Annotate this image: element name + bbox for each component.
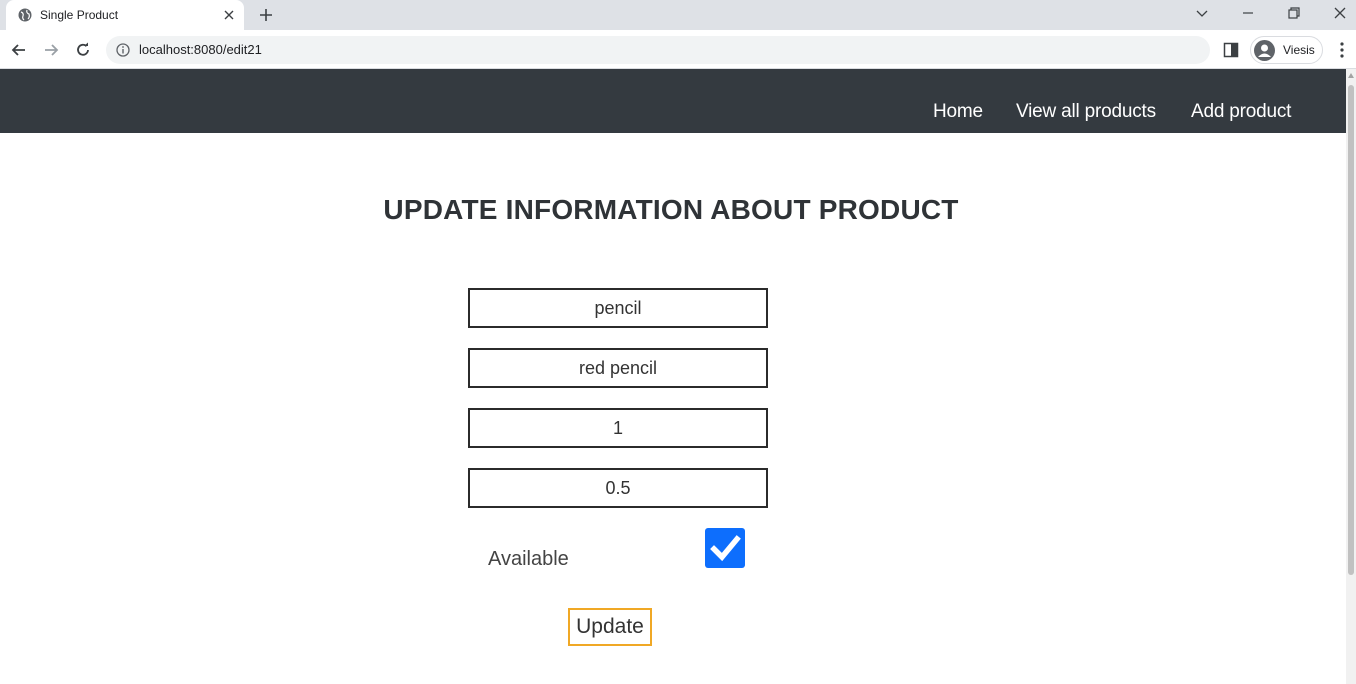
forward-icon[interactable] xyxy=(42,41,60,59)
nav-link-home[interactable]: Home xyxy=(933,101,983,123)
back-icon[interactable] xyxy=(10,41,28,59)
minimize-icon[interactable] xyxy=(1241,6,1255,20)
side-panel-icon[interactable] xyxy=(1223,42,1239,58)
available-checkbox[interactable] xyxy=(705,528,745,568)
info-icon[interactable] xyxy=(116,43,130,57)
url-text: localhost:8080/edit21 xyxy=(139,42,262,57)
product-name-input[interactable] xyxy=(468,288,768,328)
scrollbar-thumb[interactable] xyxy=(1348,85,1354,575)
update-button[interactable]: Update xyxy=(568,608,652,646)
scroll-up-arrow-icon[interactable] xyxy=(1348,73,1354,78)
plus-icon[interactable] xyxy=(258,7,274,23)
profile-name: Viesis xyxy=(1283,43,1315,57)
product-description-input[interactable] xyxy=(468,348,768,388)
check-icon xyxy=(710,535,741,562)
browser-tab[interactable]: Single Product xyxy=(6,0,244,30)
browser-tab-strip: Single Product xyxy=(0,0,1356,30)
globe-icon xyxy=(18,8,32,22)
more-icon[interactable] xyxy=(1334,41,1350,59)
chevron-down-icon[interactable] xyxy=(1195,6,1209,20)
tab-title: Single Product xyxy=(40,8,119,22)
restore-icon[interactable] xyxy=(1287,6,1301,20)
product-price-input[interactable] xyxy=(468,468,768,508)
page-scrollbar[interactable] xyxy=(1346,69,1356,684)
profile-button[interactable]: Viesis xyxy=(1250,36,1323,64)
site-navbar: Home View all products Add product xyxy=(0,69,1346,133)
browser-toolbar: localhost:8080/edit21 Viesis xyxy=(0,30,1356,69)
close-icon[interactable] xyxy=(222,8,236,22)
reload-icon[interactable] xyxy=(74,41,92,59)
available-label: Available xyxy=(488,548,569,570)
window-close-icon[interactable] xyxy=(1333,6,1347,20)
product-quantity-input[interactable] xyxy=(468,408,768,448)
page-title: UPDATE INFORMATION ABOUT PRODUCT xyxy=(383,194,959,225)
nav-link-add-product[interactable]: Add product xyxy=(1191,101,1291,123)
nav-link-view-all-products[interactable]: View all products xyxy=(1016,101,1156,123)
avatar-icon xyxy=(1254,40,1275,61)
address-bar[interactable]: localhost:8080/edit21 xyxy=(106,36,1210,64)
